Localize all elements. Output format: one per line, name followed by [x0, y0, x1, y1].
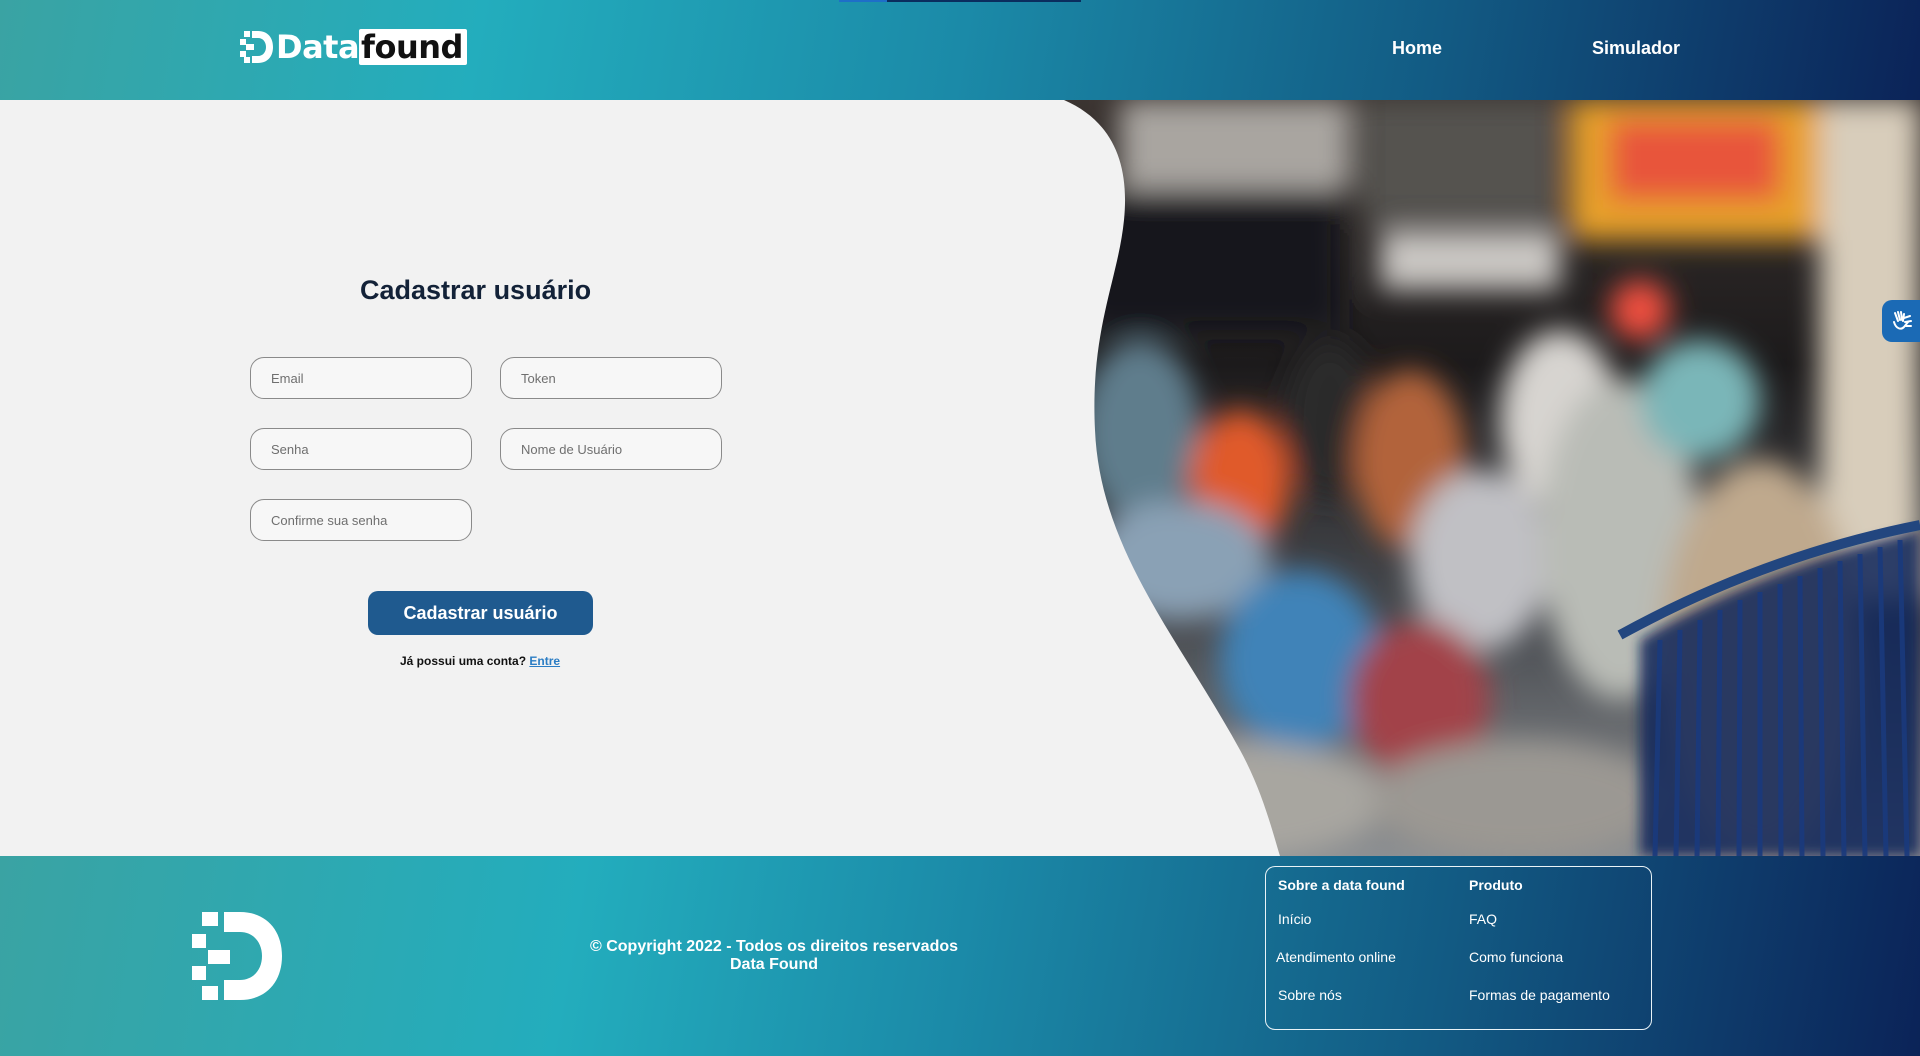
nav-home[interactable]: Home	[1392, 38, 1442, 59]
page-title: Cadastrar usuário	[360, 275, 592, 305]
footer-product-heading: Produto	[1469, 877, 1523, 893]
nav-simulador[interactable]: Simulador	[1592, 38, 1680, 59]
logo-mark-icon	[240, 31, 273, 63]
login-link[interactable]: Entre	[529, 654, 560, 668]
confirm-password-field[interactable]	[250, 499, 472, 541]
logo-data-text: Data	[276, 28, 360, 66]
password-field[interactable]	[250, 428, 472, 470]
accessibility-button[interactable]	[1882, 300, 1920, 342]
sign-language-hands-icon	[1893, 311, 1912, 330]
login-prompt: Já possui uma conta? Entre	[400, 654, 560, 668]
username-field[interactable]	[500, 428, 722, 470]
token-field[interactable]	[500, 357, 722, 399]
site-footer: © Copyright 2022 - Todos os direitos res…	[0, 856, 1920, 1056]
footer-link-pagamento[interactable]: Formas de pagamento	[1469, 987, 1610, 1003]
copyright-line: © Copyright 2022 - Todos os direitos res…	[589, 938, 959, 955]
hero-image	[1000, 100, 1920, 856]
login-prompt-text: Já possui uma conta?	[400, 654, 527, 668]
footer-link-inicio[interactable]: Início	[1278, 911, 1311, 927]
footer-about-heading: Sobre a data found	[1278, 877, 1405, 893]
footer-link-atendimento[interactable]: Atendimento online	[1276, 949, 1396, 965]
footer-link-faq[interactable]: FAQ	[1469, 911, 1497, 927]
footer-logo-icon	[192, 912, 282, 1000]
copyright: © Copyright 2022 - Todos os direitos res…	[560, 938, 988, 974]
copyright-company: Data Found	[730, 956, 818, 973]
datafound-logo[interactable]: Data found	[240, 28, 467, 66]
logo-found-text: found	[359, 29, 467, 65]
email-field[interactable]	[250, 357, 472, 399]
footer-link-sobre[interactable]: Sobre nós	[1278, 987, 1342, 1003]
footer-link-como-funciona[interactable]: Como funciona	[1469, 949, 1563, 965]
footer-links: Sobre a data found Início Atendimento on…	[1265, 866, 1652, 1030]
site-header: Data found Home Simulador	[0, 0, 1920, 100]
top-loading-strip	[839, 0, 1081, 2]
register-button[interactable]: Cadastrar usuário	[368, 591, 593, 635]
